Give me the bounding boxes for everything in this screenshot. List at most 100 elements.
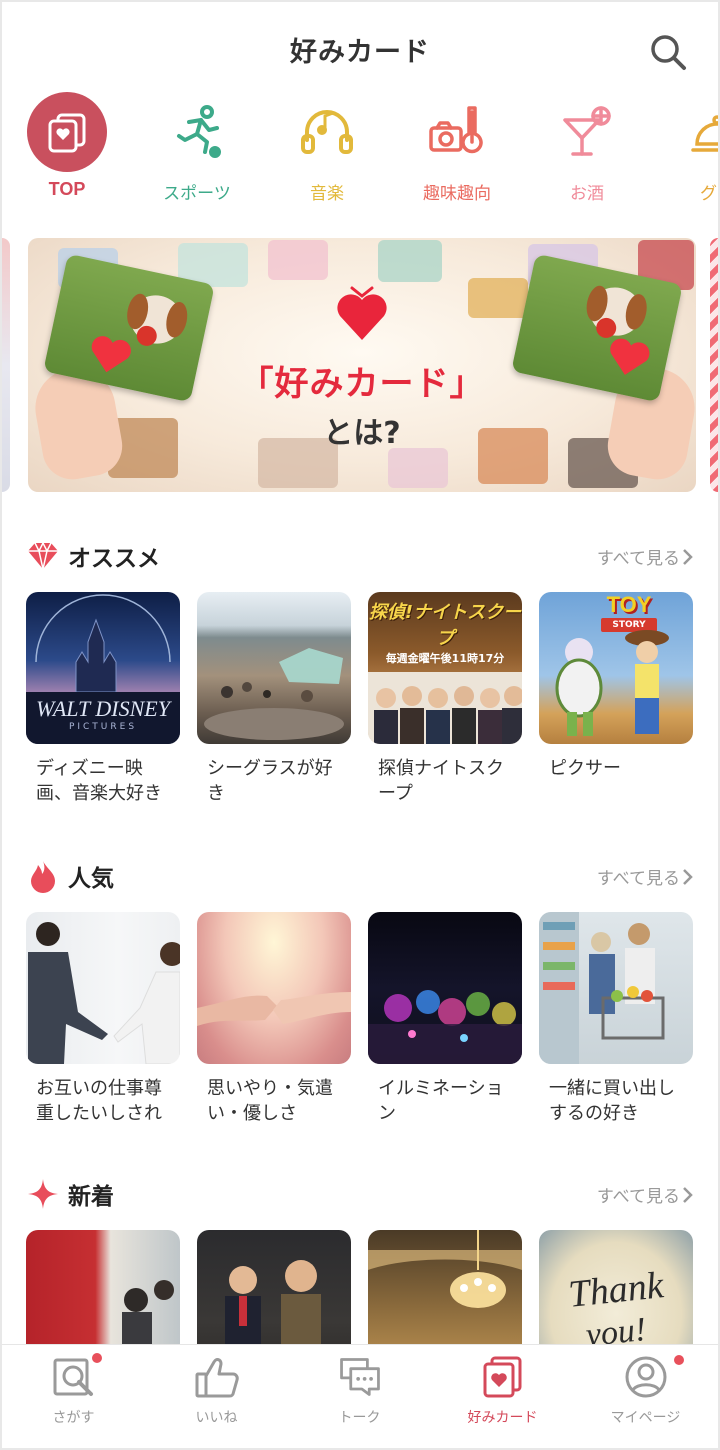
card-heart-icon: [479, 1353, 527, 1401]
card-thumbnail: [26, 912, 180, 1064]
card-label: 思いやり・気遣い・優しさ: [207, 1078, 333, 1124]
nav-label: マイページ: [610, 1410, 681, 1426]
card-item[interactable]: シーグラスが好き: [197, 592, 351, 806]
tab-sports[interactable]: スポーツ: [132, 92, 262, 208]
chevron-right-icon: [683, 548, 693, 565]
tab-label: スポーツ: [163, 184, 231, 204]
section-title: 人気: [68, 866, 114, 892]
section-header: 新着: [26, 1174, 114, 1214]
heart-icon: [337, 286, 387, 340]
section-header: 人気: [26, 856, 114, 896]
tab-label: 音楽: [310, 184, 344, 204]
card-list: WALT DISNEY PICTURES ディズニー映画、音楽大好き シーグラス…: [26, 592, 706, 832]
nav-mypage[interactable]: マイページ: [574, 1345, 717, 1448]
headphones-icon: [287, 92, 367, 172]
banner-title: 「好みカード」: [239, 364, 485, 404]
card-item[interactable]: TOY STORY ピクサー: [539, 592, 693, 781]
header: 好みカード: [2, 2, 718, 94]
section-popular: 人気 すべて見る お互いの仕事尊重したいしされ 思いやり・気遣い・優しさ イルミ…: [2, 856, 718, 1146]
see-all-label: すべて見る: [596, 869, 680, 889]
runner-icon: [157, 92, 237, 172]
banner-next-peek[interactable]: [710, 238, 718, 492]
thumb-subtext: PICTURES: [68, 722, 138, 732]
chevron-right-icon: [683, 1186, 693, 1203]
search-button[interactable]: [648, 32, 688, 72]
tab-label: TOP: [48, 179, 86, 199]
profile-icon: [622, 1353, 670, 1401]
nav-preference-cards[interactable]: 好みカード: [431, 1345, 574, 1448]
card-thumbnail: [197, 912, 351, 1064]
nav-label: トーク: [338, 1410, 381, 1426]
chat-icon: [336, 1353, 384, 1401]
app-frame: 好みカード TOP スポーツ 音楽 趣味趣向 お酒 グ 「好みカード」 とは? …: [2, 2, 718, 1448]
see-all-link[interactable]: すべて見る: [597, 544, 694, 569]
decor-tile: [468, 278, 528, 318]
see-all-link[interactable]: すべて見る: [597, 1182, 694, 1207]
banner-about-cards[interactable]: 「好みカード」 とは?: [28, 238, 696, 492]
card-item[interactable]: お互いの仕事尊重したいしされ: [26, 912, 180, 1126]
notification-badge: [92, 1353, 102, 1363]
card-label: 一緒に買い出しするの好き: [549, 1078, 675, 1124]
see-all-label: すべて見る: [596, 549, 680, 569]
card-item[interactable]: イルミネーション: [368, 912, 522, 1126]
card-item[interactable]: 探偵!ナイトスクープ 毎週金曜午後11時17分 探偵ナイトスクープ: [368, 592, 522, 806]
section-title: 新着: [68, 1184, 114, 1210]
handshake-photo-icon: [28, 922, 180, 1064]
cocktail-icon: [547, 92, 627, 172]
card-label: ディズニー映画、音楽大好き: [36, 758, 162, 804]
sea-glass-icon: [204, 648, 344, 740]
category-tabs: TOP スポーツ 音楽 趣味趣向 お酒 グ: [2, 92, 718, 210]
card-label: 探偵ナイトスクープ: [378, 758, 504, 804]
hands-holding-icon: [197, 992, 351, 1026]
tab-label: グル: [700, 184, 718, 204]
section-header: オススメ: [26, 536, 160, 576]
thumb-text: WALT DISNEY: [36, 696, 170, 721]
section-new: 新着 すべて見る Thank you!: [2, 1174, 718, 1382]
card-thumbnail: [368, 912, 522, 1064]
banner-carousel[interactable]: 「好みカード」 とは?: [2, 238, 718, 492]
see-all-link[interactable]: すべて見る: [597, 864, 694, 889]
gem-icon: [26, 539, 60, 573]
notification-badge: [674, 1355, 684, 1365]
characters-icon: [555, 630, 669, 736]
card-thumbnail: TOY STORY: [539, 592, 693, 744]
guitar-camera-icon: [417, 92, 497, 172]
decor-tile: [268, 240, 328, 280]
card-label: シーグラスが好き: [207, 758, 333, 804]
nav-label: さがす: [52, 1410, 95, 1426]
card-heart-icon: [27, 92, 107, 172]
nav-talk[interactable]: トーク: [288, 1345, 431, 1448]
nav-label: いいね: [195, 1410, 238, 1426]
thumb-text: 探偵!ナイトスクープ: [368, 602, 522, 649]
card-label: ピクサー: [549, 758, 621, 779]
card-label: イルミネーション: [378, 1078, 504, 1124]
thumb-subtext: 毎週金曜午後11時17分: [385, 652, 505, 665]
tab-top[interactable]: TOP: [2, 92, 132, 208]
tab-alcohol[interactable]: お酒: [522, 92, 652, 208]
decor-tile: [378, 240, 442, 282]
illumination-icon: [368, 990, 522, 1064]
card-thumbnail: [197, 592, 351, 744]
tab-music[interactable]: 音楽: [262, 92, 392, 208]
banner-prev-peek[interactable]: [2, 238, 10, 492]
nav-likes[interactable]: いいね: [145, 1345, 288, 1448]
tab-label: 趣味趣向: [423, 184, 491, 204]
cast-photo-icon: [368, 672, 522, 744]
card-thumbnail: WALT DISNEY PICTURES: [26, 592, 180, 744]
banner-subtitle: とは?: [323, 416, 401, 451]
card-item[interactable]: 一緒に買い出しするの好き: [539, 912, 693, 1126]
tab-hobbies[interactable]: 趣味趣向: [392, 92, 522, 208]
decor-tile: [388, 448, 448, 488]
card-item[interactable]: WALT DISNEY PICTURES ディズニー映画、音楽大好き: [26, 592, 180, 806]
card-label: お互いの仕事尊重したいしされ: [36, 1078, 162, 1124]
tab-gourmet[interactable]: グル: [652, 92, 718, 208]
bottom-nav: さがす いいね トーク 好みカード マイページ: [2, 1344, 718, 1448]
page-title: 好みカード: [290, 37, 430, 68]
card-list: お互いの仕事尊重したいしされ 思いやり・気遣い・優しさ イルミネーション 一緒に…: [26, 912, 706, 1152]
search-icon: [651, 35, 686, 70]
sparkle-icon: [26, 1177, 60, 1211]
card-item[interactable]: 思いやり・気遣い・優しさ: [197, 912, 351, 1126]
nav-search[interactable]: さがす: [2, 1345, 145, 1448]
section-recommended: オススメ すべて見る WALT DISNEY PICTURES ディズニー映画、…: [2, 536, 718, 826]
card-thumbnail: 探偵!ナイトスクープ 毎週金曜午後11時17分: [368, 592, 522, 744]
